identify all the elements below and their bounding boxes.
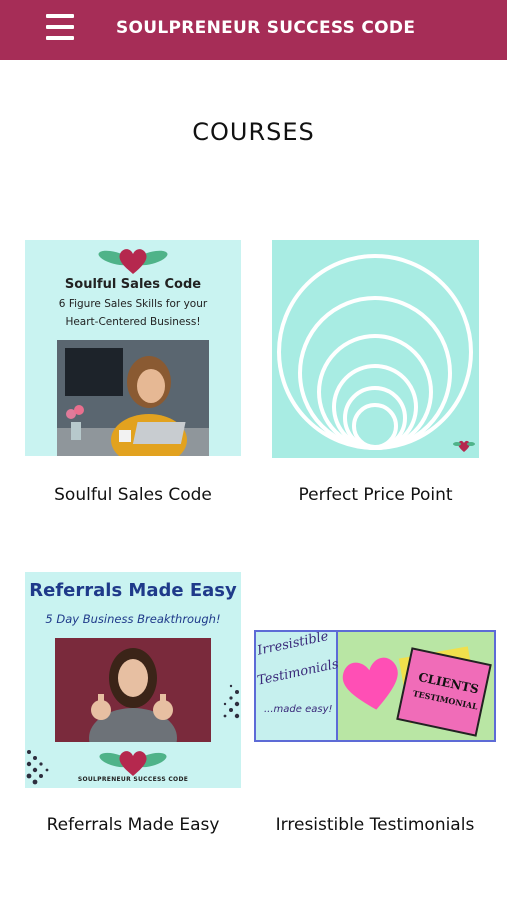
course-title[interactable]: Perfect Price Point: [272, 485, 479, 505]
app-title: SOULPRENEUR SUCCESS CODE: [116, 18, 416, 38]
course-thumbnail[interactable]: Soulful Sales Code 6 Figure Sales Skills…: [25, 240, 241, 456]
course-thumbnail[interactable]: Referrals Made Easy 5 Day Business Break…: [25, 572, 241, 788]
course-card-soulful-sales-code[interactable]: Soulful Sales Code 6 Figure Sales Skills…: [0, 240, 260, 520]
concentric-circles-graphic: [277, 254, 475, 452]
thumbnail-title: Soulful Sales Code: [64, 277, 202, 292]
hamburger-menu-icon[interactable]: [46, 14, 74, 40]
course-thumbnail[interactable]: [272, 240, 479, 458]
thumbnail-subtitle-line-2: Heart-Centered Business!: [65, 316, 201, 328]
top-app-bar: SOULPRENEUR SUCCESS CODE: [0, 0, 507, 60]
heart-leaves-logo-icon: [98, 249, 168, 274]
course-title[interactable]: Irresistible Testimonials: [250, 815, 500, 835]
course-card-irresistible-testimonials[interactable]: Irresistible Testimonials ...made easy! …: [250, 572, 507, 852]
heart-leaves-logo-icon: [99, 751, 167, 776]
course-card-referrals-made-easy[interactable]: Referrals Made Easy 5 Day Business Break…: [0, 572, 260, 852]
page-title: COURSES: [192, 118, 315, 146]
course-title[interactable]: Referrals Made Easy: [25, 815, 241, 835]
course-title[interactable]: Soulful Sales Code: [25, 485, 241, 505]
course-card-perfect-price-point[interactable]: Perfect Price Point: [260, 240, 507, 520]
course-thumbnail[interactable]: Irresistible Testimonials ...made easy! …: [254, 630, 496, 742]
woman-at-laptop-photo: [57, 340, 209, 456]
thumbnail-subtitle-line-1: 6 Figure Sales Skills for your: [58, 298, 208, 310]
thumbnail-logo-text: SOULPRENEUR SUCCESS CODE: [77, 776, 189, 783]
thumbnail-text-line-3: ...made easy!: [264, 704, 333, 715]
